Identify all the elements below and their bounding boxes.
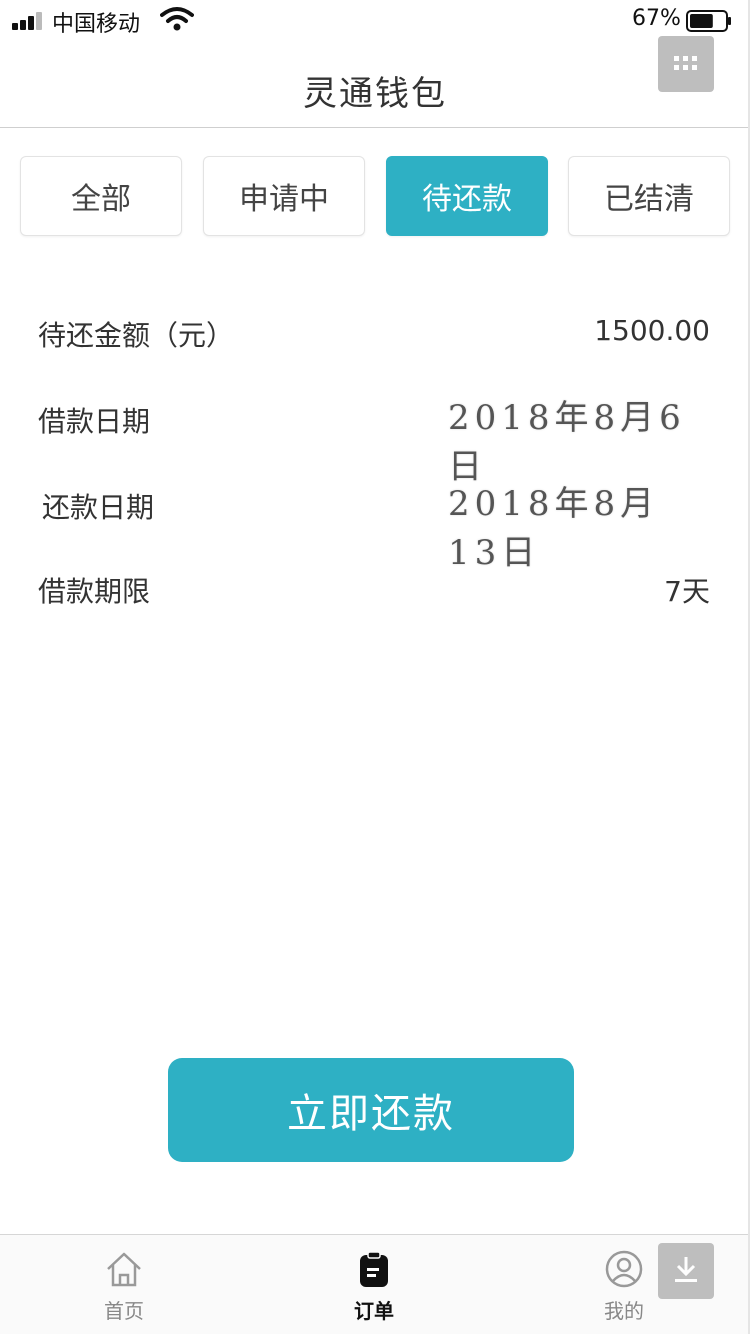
tab-applying[interactable]: 申请中	[203, 156, 365, 236]
tabbar-label-profile: 我的	[604, 1299, 644, 1323]
tabbar-item-orders[interactable]: 订单	[314, 1249, 434, 1324]
repay-date-value: 2018年8月13日	[448, 484, 660, 573]
term-label: 借款期限	[38, 575, 151, 608]
amount-label: 待还金额（元）	[38, 319, 235, 352]
tab-pending-repayment[interactable]: 待还款	[386, 156, 548, 236]
download-button[interactable]	[658, 1243, 714, 1299]
tabbar-label-orders: 订单	[354, 1299, 394, 1323]
page-title: 灵通钱包	[303, 74, 447, 114]
borrow-date-label: 借款日期	[38, 405, 151, 438]
amount-value: 1500.00	[594, 314, 710, 347]
user-icon	[605, 1250, 643, 1288]
term-value: 7天	[664, 575, 710, 608]
bottom-tab-bar: 首页 订单 我的	[0, 1234, 750, 1334]
borrow-date-row: 借款日期 2018年8月6日	[38, 392, 710, 487]
borrow-date-value: 2018年8月6日	[448, 398, 686, 487]
repay-now-button[interactable]: 立即还款	[168, 1058, 574, 1162]
home-icon	[107, 1252, 141, 1287]
order-filter-tabs: 全部 申请中 待还款 已结清	[20, 156, 730, 236]
tab-all[interactable]: 全部	[20, 156, 182, 236]
grid-icon	[674, 56, 697, 70]
cellular-signal-icon	[12, 12, 46, 30]
amount-row: 待还金额（元） 1500.00	[38, 306, 710, 356]
battery-icon	[686, 10, 731, 32]
grid-menu-button[interactable]	[658, 36, 714, 92]
tab-settled[interactable]: 已结清	[568, 156, 730, 236]
status-bar: 中国移动 67%	[0, 0, 750, 40]
repay-date-row: 还款日期 2018年8月13日	[38, 478, 710, 573]
carrier-name: 中国移动	[52, 12, 141, 37]
term-row: 借款期限 7天	[38, 562, 710, 612]
download-icon	[675, 1257, 697, 1282]
repay-date-label: 还款日期	[42, 491, 155, 524]
navigation-bar: 灵通钱包	[0, 36, 750, 128]
wifi-icon	[160, 7, 194, 31]
tabbar-label-home: 首页	[104, 1299, 144, 1323]
tabbar-item-home[interactable]: 首页	[64, 1249, 184, 1324]
clipboard-icon	[360, 1251, 388, 1287]
battery-percentage: 67%	[632, 6, 681, 31]
